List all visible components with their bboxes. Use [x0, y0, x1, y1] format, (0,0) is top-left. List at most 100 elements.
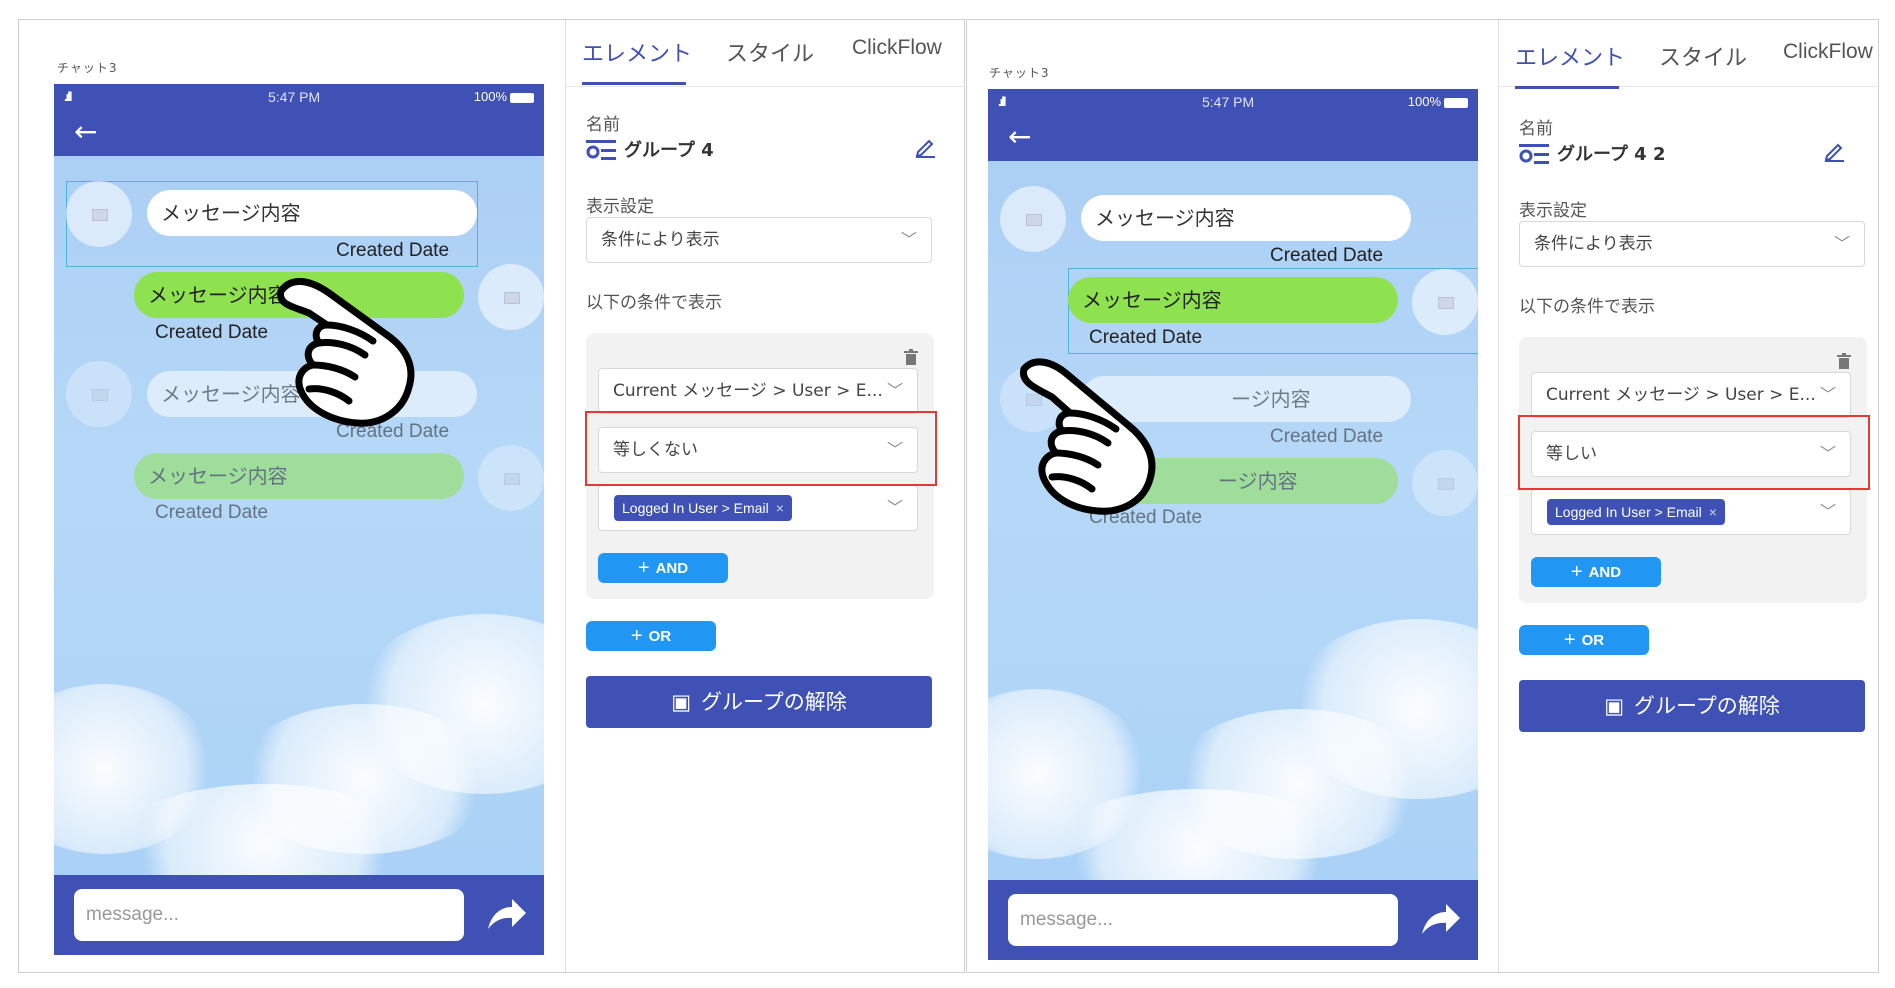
avatar[interactable] — [66, 361, 132, 427]
app-bar: ← — [54, 110, 544, 156]
tab-clickflow[interactable]: ClickFlow — [852, 36, 942, 60]
condition-label: 以下の条件で表示 — [586, 293, 722, 313]
status-bar: .ıll 5:47 PM 100% — [988, 89, 1478, 115]
app-bar: ← — [988, 115, 1478, 161]
back-arrow-icon[interactable]: ← — [1008, 120, 1031, 153]
properties-panel: エレメント スタイル ClickFlow 名前 グループ 4 2 表示設定 条件… — [1498, 20, 1879, 972]
ungroup-icon: ▣ — [1604, 694, 1625, 718]
edit-pencil-icon[interactable] — [914, 136, 936, 158]
highlight-box — [585, 411, 937, 486]
image-placeholder-icon — [1438, 297, 1454, 309]
message-bubble-own[interactable]: メッセージ内容 — [1068, 277, 1398, 323]
avatar[interactable] — [478, 264, 544, 330]
edit-pencil-icon[interactable] — [1823, 140, 1845, 162]
plus-icon: + — [1563, 629, 1576, 651]
back-arrow-icon[interactable]: ← — [74, 115, 97, 148]
group-name: グループ 4 2 — [1519, 140, 1666, 166]
value-chip[interactable]: Logged In User > Email × — [1547, 499, 1725, 525]
phone-preview: .ıll 5:47 PM 100% ← メッセージ内容 Created Date… — [988, 89, 1478, 960]
ungroup-button[interactable]: ▣ グループの解除 — [586, 676, 932, 728]
battery-indicator: 100% — [1408, 94, 1468, 109]
remove-chip-icon[interactable]: × — [1709, 504, 1717, 520]
signal-icon: .ıll — [998, 94, 1007, 109]
tab-bar: エレメント スタイル ClickFlow — [566, 20, 965, 87]
chevron-down-icon: ﹀ — [886, 381, 903, 400]
active-tab-indicator — [582, 82, 686, 85]
tab-element[interactable]: エレメント — [582, 36, 692, 68]
image-placeholder-icon — [92, 209, 108, 221]
chevron-down-icon: ﹀ — [1819, 502, 1836, 521]
plus-icon: + — [630, 625, 643, 647]
trash-icon[interactable] — [1837, 353, 1851, 369]
image-placeholder-icon — [504, 473, 520, 485]
avatar[interactable] — [1412, 269, 1478, 335]
message-bubble-own[interactable]: メッセージ内容 — [134, 453, 464, 499]
image-placeholder-icon — [1026, 214, 1042, 226]
display-setting-label: 表示設定 — [1519, 201, 1587, 221]
chevron-down-icon: ﹀ — [1819, 385, 1836, 404]
add-or-button[interactable]: + OR — [586, 621, 716, 651]
display-setting-select[interactable]: 条件により表示 ﹀ — [1519, 221, 1865, 267]
add-or-button[interactable]: + OR — [1519, 625, 1649, 655]
tab-clickflow[interactable]: ClickFlow — [1783, 40, 1873, 64]
avatar[interactable] — [478, 445, 544, 511]
message-input-bar: message... — [988, 880, 1478, 960]
chevron-down-icon: ﹀ — [1833, 234, 1850, 253]
send-arrow-icon[interactable] — [1418, 900, 1462, 938]
trash-icon[interactable] — [904, 349, 918, 365]
name-label: 名前 — [586, 115, 620, 135]
chevron-down-icon: ﹀ — [900, 230, 917, 249]
message-input[interactable]: message... — [74, 889, 464, 941]
message-input-bar: message... — [54, 875, 544, 955]
condition-label: 以下の条件で表示 — [1519, 297, 1655, 317]
condition-field-select[interactable]: Current メッセージ > User > E... ﹀ — [598, 368, 918, 414]
avatar[interactable] — [1412, 450, 1478, 516]
message-bubble[interactable]: メッセージ内容 — [1081, 195, 1411, 241]
signal-icon: .ıll — [64, 89, 73, 104]
message-input[interactable]: message... — [1008, 894, 1398, 946]
message-bubble[interactable]: メッセージ内容 — [147, 190, 477, 236]
display-setting-label: 表示設定 — [586, 197, 654, 217]
created-date: Created Date — [155, 502, 269, 523]
tab-bar: エレメント スタイル ClickFlow — [1499, 20, 1879, 89]
tab-element[interactable]: エレメント — [1515, 40, 1625, 72]
ungroup-button[interactable]: ▣ グループの解除 — [1519, 680, 1865, 732]
created-date: Created Date — [1089, 327, 1203, 348]
pointing-hand-icon — [277, 278, 415, 427]
display-setting-select[interactable]: 条件により表示 ﹀ — [586, 217, 932, 263]
properties-panel: エレメント スタイル ClickFlow 名前 グループ 4 表示設定 条件によ… — [565, 20, 965, 972]
status-time: 5:47 PM — [1202, 94, 1255, 110]
image-placeholder-icon — [1438, 478, 1454, 490]
image-placeholder-icon — [92, 389, 108, 401]
tab-style[interactable]: スタイル — [1659, 40, 1747, 72]
avatar[interactable] — [1000, 186, 1066, 252]
screen-label: チャット3 — [57, 61, 118, 75]
status-time: 5:47 PM — [268, 89, 321, 105]
group-name: グループ 4 — [586, 136, 714, 162]
ungroup-icon: ▣ — [671, 690, 692, 714]
add-and-button[interactable]: + AND — [1531, 557, 1661, 587]
value-chip[interactable]: Logged In User > Email × — [614, 495, 792, 521]
phone-preview: .ıll 5:47 PM 100% ← メッセージ内容 Created Date… — [54, 84, 544, 955]
active-tab-indicator — [1515, 86, 1619, 89]
created-date: Created Date — [1270, 426, 1384, 447]
created-date: Created Date — [336, 240, 450, 261]
tab-style[interactable]: スタイル — [726, 36, 814, 68]
battery-icon — [510, 92, 534, 103]
group-icon — [586, 140, 616, 160]
send-arrow-icon[interactable] — [484, 895, 528, 933]
name-label: 名前 — [1519, 119, 1553, 139]
avatar[interactable] — [66, 181, 132, 247]
add-and-button[interactable]: + AND — [598, 553, 728, 583]
plus-icon: + — [637, 557, 650, 579]
image-placeholder-icon — [504, 292, 520, 304]
highlight-box — [1518, 415, 1870, 490]
battery-indicator: 100% — [474, 89, 534, 104]
remove-chip-icon[interactable]: × — [776, 500, 784, 516]
chevron-down-icon: ﹀ — [886, 498, 903, 517]
battery-icon — [1444, 97, 1468, 108]
condition-field-select[interactable]: Current メッセージ > User > E... ﹀ — [1531, 372, 1851, 418]
group-icon — [1519, 144, 1549, 164]
pointing-hand-icon — [1019, 358, 1156, 515]
created-date: Created Date — [155, 322, 269, 343]
